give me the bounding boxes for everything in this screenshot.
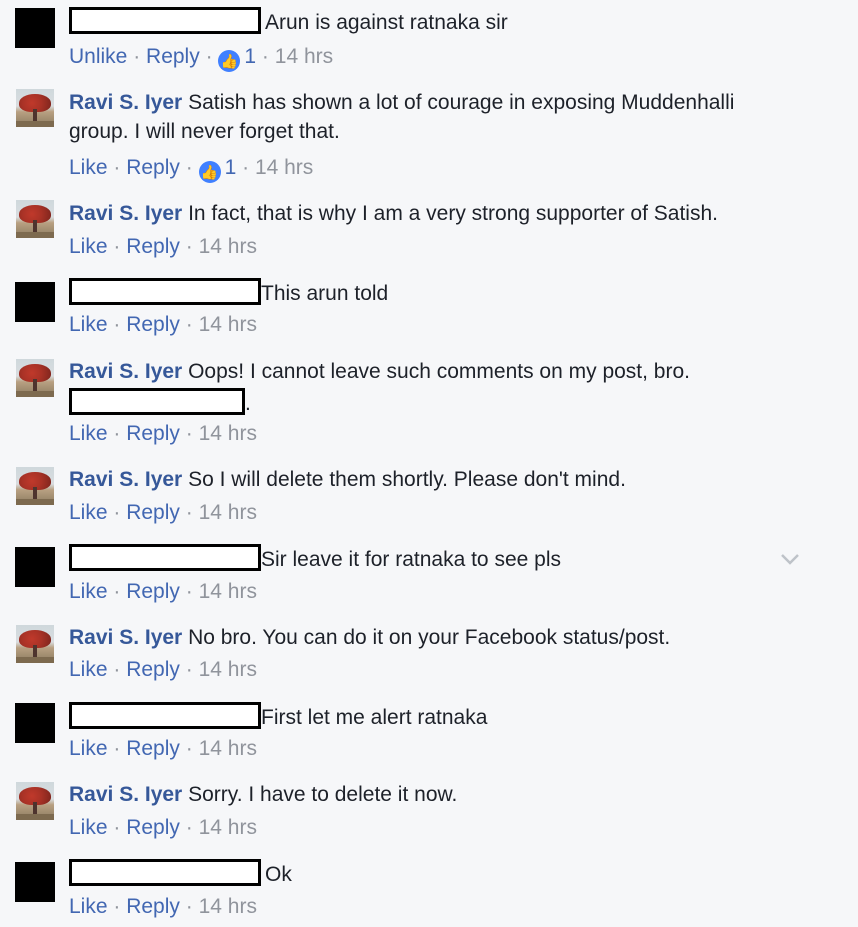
chevron-down-icon[interactable] — [779, 548, 801, 570]
like-link[interactable]: Like — [69, 501, 108, 524]
timestamp[interactable]: 14 hrs — [275, 45, 333, 68]
like-link[interactable]: Like — [69, 658, 108, 681]
avatar[interactable] — [16, 89, 54, 127]
reply-link[interactable]: Reply — [126, 156, 180, 179]
reply-link[interactable]: Reply — [126, 816, 180, 839]
timestamp[interactable]: 14 hrs — [199, 816, 257, 839]
comment-text: First let me alert ratnaka — [261, 706, 488, 729]
comment-actions: Like · Reply · 14 hrs — [69, 422, 257, 445]
comment-body-continued: . — [69, 388, 251, 418]
author-name[interactable]: Ravi S. Iyer — [69, 360, 182, 383]
comment-body: Ravi S. Iyer Sorry. I have to delete it … — [69, 780, 457, 809]
reply-link[interactable]: Reply — [146, 45, 200, 68]
avatar[interactable] — [15, 862, 55, 902]
timestamp[interactable]: 14 hrs — [199, 737, 257, 760]
timestamp[interactable]: 14 hrs — [199, 313, 257, 336]
like-link[interactable]: Like — [69, 313, 108, 336]
comment-body: Ravi S. Iyer So I will delete them short… — [69, 465, 626, 494]
avatar[interactable] — [16, 782, 54, 820]
comment-body: Ravi S. Iyer Satish has shown a lot of c… — [69, 88, 734, 117]
like-count[interactable]: 1 — [225, 156, 237, 179]
author-name[interactable]: Ravi S. Iyer — [69, 783, 182, 806]
author-name[interactable]: Ravi S. Iyer — [69, 468, 182, 491]
comment-text: No bro. You can do it on your Facebook s… — [188, 626, 671, 649]
comment-body: Ravi S. Iyer No bro. You can do it on yo… — [69, 623, 670, 652]
comment-actions: Like · Reply · 14 hrs — [69, 816, 257, 839]
comment-actions: Unlike · Reply · 👍 1 · 14 hrs — [69, 44, 333, 72]
redacted-name — [69, 388, 245, 415]
reply-link[interactable]: Reply — [126, 313, 180, 336]
reply-link[interactable]: Reply — [126, 658, 180, 681]
comment-text: Ok — [265, 863, 292, 886]
reply-link[interactable]: Reply — [126, 580, 180, 603]
comment-body: This arun told — [69, 278, 388, 308]
comment-actions: Like · Reply · 14 hrs — [69, 580, 257, 603]
comment-text: Sir leave it for ratnaka to see pls — [261, 548, 561, 571]
author-name[interactable]: Ravi S. Iyer — [69, 91, 182, 114]
comment-actions: Like · Reply · 14 hrs — [69, 313, 257, 336]
avatar[interactable] — [15, 703, 55, 743]
unlike-link[interactable]: Unlike — [69, 45, 127, 68]
like-link[interactable]: Like — [69, 580, 108, 603]
comment-actions: Like · Reply · 14 hrs — [69, 235, 257, 258]
like-link[interactable]: Like — [69, 737, 108, 760]
like-link[interactable]: Like — [69, 235, 108, 258]
timestamp[interactable]: 14 hrs — [199, 422, 257, 445]
comment-actions: Like · Reply · 14 hrs — [69, 501, 257, 524]
comment-text: In fact, that is why I am a very strong … — [188, 202, 718, 225]
like-link[interactable]: Like — [69, 156, 108, 179]
comment-actions: Like · Reply · 👍 1 · 14 hrs — [69, 155, 313, 183]
redacted-name — [69, 7, 261, 34]
comment-text: Sorry. I have to delete it now. — [188, 783, 458, 806]
reply-link[interactable]: Reply — [126, 501, 180, 524]
avatar[interactable] — [15, 547, 55, 587]
timestamp[interactable]: 14 hrs — [255, 156, 313, 179]
comment-body-continued: group. I will never forget that. — [69, 117, 340, 146]
avatar[interactable] — [16, 359, 54, 397]
reply-link[interactable]: Reply — [126, 235, 180, 258]
comment-actions: Like · Reply · 14 hrs — [69, 658, 257, 681]
comment-text: . — [245, 392, 251, 415]
thumbs-up-icon: 👍 — [218, 50, 241, 72]
thumbs-up-icon: 👍 — [198, 161, 221, 183]
like-link[interactable]: Like — [69, 895, 108, 918]
reply-link[interactable]: Reply — [126, 422, 180, 445]
comment-body: Ravi S. Iyer Oops! I cannot leave such c… — [69, 357, 690, 386]
redacted-name — [69, 544, 261, 571]
timestamp[interactable]: 14 hrs — [199, 895, 257, 918]
comment-text: group. I will never forget that. — [69, 120, 340, 143]
reply-link[interactable]: Reply — [126, 895, 180, 918]
timestamp[interactable]: 14 hrs — [199, 235, 257, 258]
author-name[interactable]: Ravi S. Iyer — [69, 202, 182, 225]
timestamp[interactable]: 14 hrs — [199, 580, 257, 603]
author-name[interactable]: Ravi S. Iyer — [69, 626, 182, 649]
comment-text: This arun told — [261, 282, 389, 305]
avatar[interactable] — [15, 282, 55, 322]
like-link[interactable]: Like — [69, 422, 108, 445]
redacted-name — [69, 278, 261, 305]
comment-body: Arun is against ratnaka sir — [69, 7, 508, 37]
comment-text: Satish has shown a lot of courage in exp… — [188, 91, 735, 114]
comment-text: Oops! I cannot leave such comments on my… — [188, 360, 690, 383]
timestamp[interactable]: 14 hrs — [199, 658, 257, 681]
redacted-name — [69, 859, 261, 886]
reply-link[interactable]: Reply — [126, 737, 180, 760]
redacted-name — [69, 702, 261, 729]
comment-body: First let me alert ratnaka — [69, 702, 487, 732]
comment-body: Ravi S. Iyer In fact, that is why I am a… — [69, 199, 718, 228]
timestamp[interactable]: 14 hrs — [199, 501, 257, 524]
comment-body: Sir leave it for ratnaka to see pls — [69, 544, 561, 574]
avatar[interactable] — [16, 625, 54, 663]
avatar[interactable] — [16, 200, 54, 238]
like-count[interactable]: 1 — [244, 45, 256, 68]
avatar[interactable] — [15, 8, 55, 48]
comment-actions: Like · Reply · 14 hrs — [69, 737, 257, 760]
comment-text: So I will delete them shortly. Please do… — [188, 468, 626, 491]
comment-body: Ok — [69, 859, 292, 889]
comment-actions: Like · Reply · 14 hrs — [69, 895, 257, 918]
avatar[interactable] — [16, 467, 54, 505]
like-link[interactable]: Like — [69, 816, 108, 839]
comment-text: Arun is against ratnaka sir — [265, 11, 508, 34]
